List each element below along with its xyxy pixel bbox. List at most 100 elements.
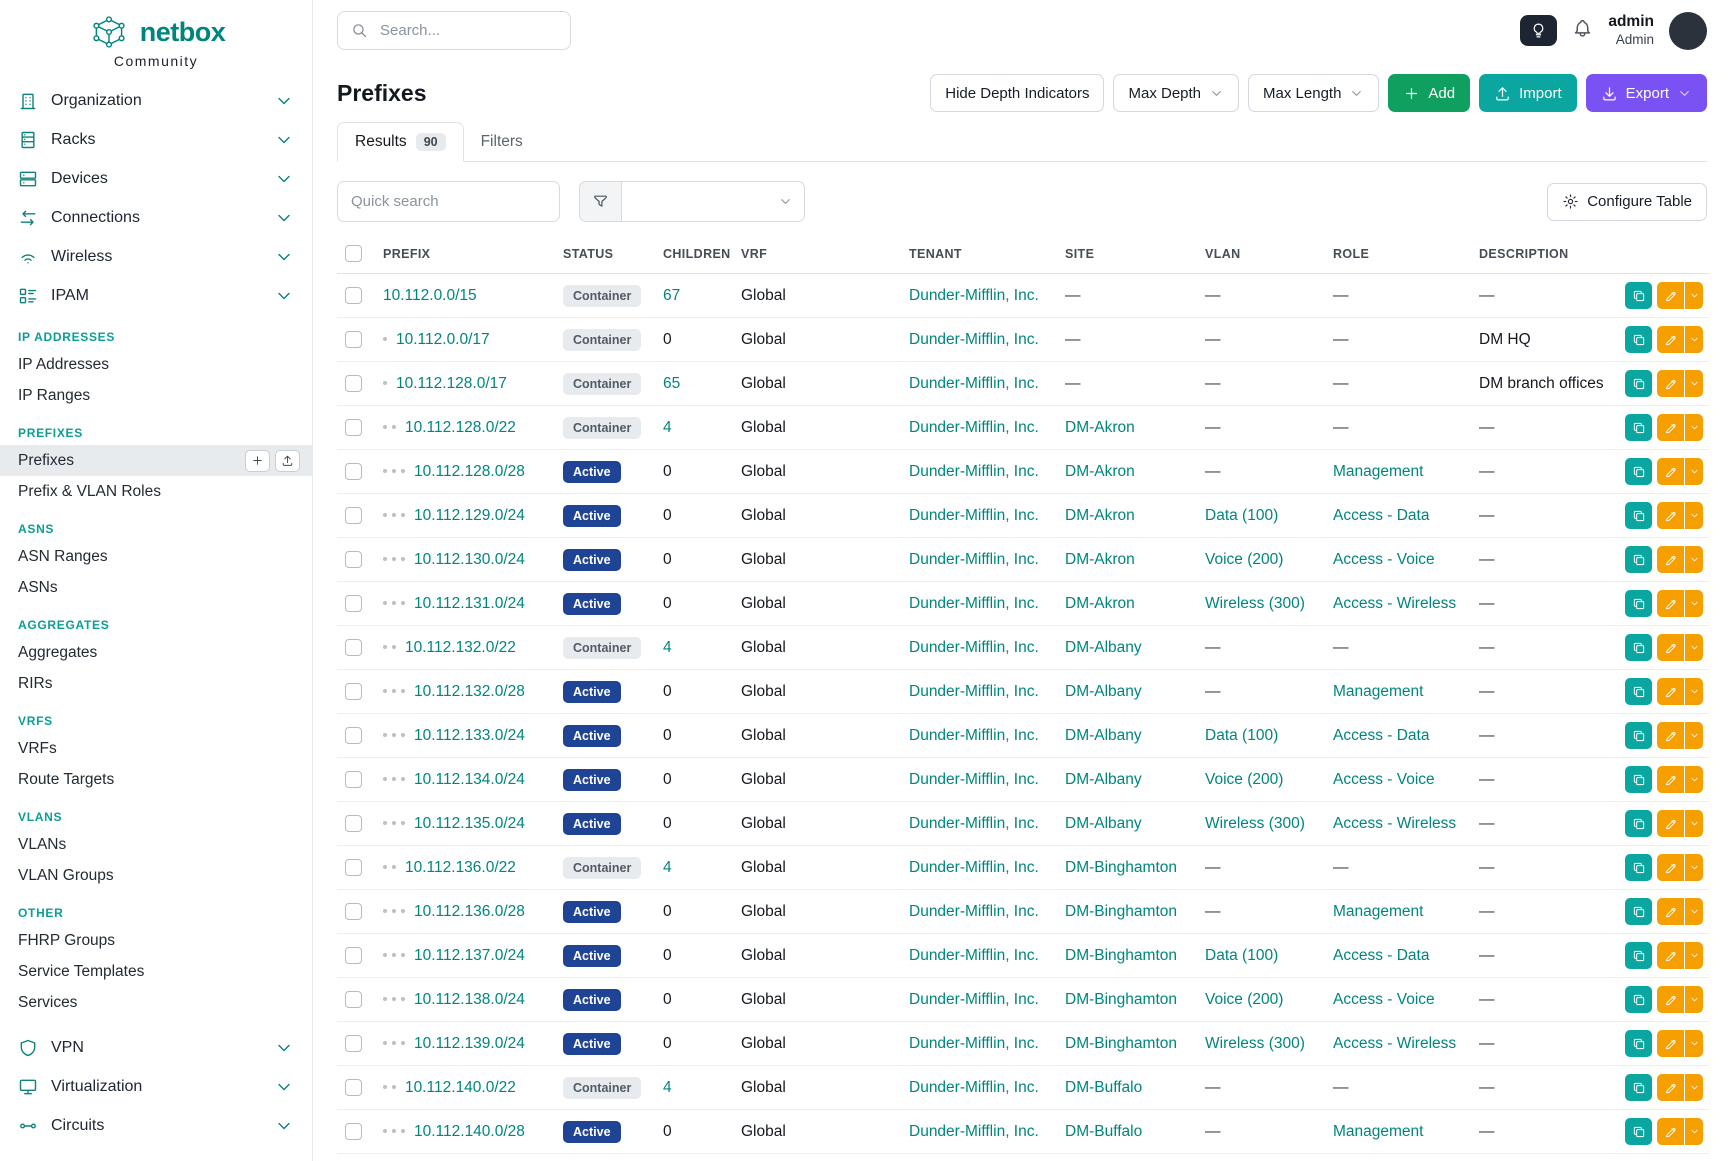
tenant-link[interactable]: Dunder-Mifflin, Inc.: [909, 1079, 1039, 1096]
edit-button[interactable]: [1657, 986, 1684, 1013]
tenant-link[interactable]: Dunder-Mifflin, Inc.: [909, 287, 1039, 304]
edit-dropdown-caret[interactable]: [1685, 370, 1703, 397]
sidebar-item-virtualization[interactable]: Virtualization: [0, 1067, 312, 1106]
max-length-dropdown[interactable]: Max Length: [1248, 74, 1379, 112]
role-link[interactable]: Access - Voice: [1333, 771, 1435, 788]
row-checkbox[interactable]: [345, 419, 362, 436]
configure-table-button[interactable]: Configure Table: [1547, 183, 1707, 221]
vlan-link[interactable]: Data (100): [1205, 727, 1278, 744]
tenant-link[interactable]: Dunder-Mifflin, Inc.: [909, 331, 1039, 348]
edit-button[interactable]: [1657, 678, 1684, 705]
edit-dropdown-caret[interactable]: [1685, 282, 1703, 309]
site-link[interactable]: DM-Albany: [1065, 727, 1142, 744]
prefix-link[interactable]: 10.112.130.0/24: [414, 551, 525, 568]
edit-button[interactable]: [1657, 370, 1684, 397]
role-link[interactable]: Management: [1333, 903, 1423, 920]
row-checkbox[interactable]: [345, 991, 362, 1008]
sidebar-item-route-targets[interactable]: Route Targets: [0, 764, 312, 795]
tenant-link[interactable]: Dunder-Mifflin, Inc.: [909, 1035, 1039, 1052]
site-link[interactable]: DM-Akron: [1065, 595, 1135, 612]
site-link[interactable]: DM-Albany: [1065, 771, 1142, 788]
sidebar-item-prefix-vlan-roles[interactable]: Prefix & VLAN Roles: [0, 476, 312, 507]
row-checkbox[interactable]: [345, 331, 362, 348]
sidebar-item-vlans[interactable]: VLANs: [0, 829, 312, 860]
site-link[interactable]: DM-Akron: [1065, 463, 1135, 480]
children-link[interactable]: 4: [663, 639, 672, 656]
tenant-link[interactable]: Dunder-Mifflin, Inc.: [909, 771, 1039, 788]
vlan-link[interactable]: Voice (200): [1205, 991, 1283, 1008]
edit-button[interactable]: [1657, 634, 1684, 661]
edit-dropdown-caret[interactable]: [1685, 1030, 1703, 1057]
site-link[interactable]: DM-Buffalo: [1065, 1079, 1142, 1096]
row-checkbox[interactable]: [345, 1079, 362, 1096]
prefix-link[interactable]: 10.112.128.0/22: [405, 419, 516, 436]
sidebar-item-aggregates[interactable]: Aggregates: [0, 637, 312, 668]
tenant-link[interactable]: Dunder-Mifflin, Inc.: [909, 859, 1039, 876]
row-checkbox[interactable]: [345, 1035, 362, 1052]
edit-dropdown-caret[interactable]: [1685, 546, 1703, 573]
tenant-link[interactable]: Dunder-Mifflin, Inc.: [909, 507, 1039, 524]
copy-button[interactable]: [1625, 634, 1652, 661]
children-link[interactable]: 4: [663, 859, 672, 876]
edit-dropdown-caret[interactable]: [1685, 1074, 1703, 1101]
edit-button[interactable]: [1657, 854, 1684, 881]
copy-button[interactable]: [1625, 986, 1652, 1013]
sidebar-item-circuits[interactable]: Circuits: [0, 1106, 312, 1145]
sidebar-item-ip-ranges[interactable]: IP Ranges: [0, 380, 312, 411]
vlan-link[interactable]: Wireless (300): [1205, 815, 1305, 832]
edit-dropdown-caret[interactable]: [1685, 590, 1703, 617]
site-link[interactable]: DM-Akron: [1065, 551, 1135, 568]
prefix-link[interactable]: 10.112.134.0/24: [414, 771, 525, 788]
prefix-link[interactable]: 10.112.0.0/17: [396, 331, 490, 348]
copy-button[interactable]: [1625, 766, 1652, 793]
prefix-link[interactable]: 10.112.137.0/24: [414, 947, 525, 964]
edit-dropdown-caret[interactable]: [1685, 986, 1703, 1013]
role-link[interactable]: Access - Voice: [1333, 991, 1435, 1008]
edit-dropdown-caret[interactable]: [1685, 414, 1703, 441]
site-link[interactable]: DM-Binghamton: [1065, 903, 1177, 920]
tenant-link[interactable]: Dunder-Mifflin, Inc.: [909, 815, 1039, 832]
vlan-link[interactable]: Voice (200): [1205, 771, 1283, 788]
edit-button[interactable]: [1657, 326, 1684, 353]
copy-button[interactable]: [1625, 414, 1652, 441]
row-checkbox[interactable]: [345, 947, 362, 964]
edit-button[interactable]: [1657, 942, 1684, 969]
copy-button[interactable]: [1625, 282, 1652, 309]
role-link[interactable]: Access - Wireless: [1333, 595, 1456, 612]
prefix-link[interactable]: 10.112.140.0/28: [414, 1123, 525, 1140]
children-link[interactable]: 4: [663, 419, 672, 436]
edit-dropdown-caret[interactable]: [1685, 1118, 1703, 1145]
role-link[interactable]: Access - Data: [1333, 727, 1429, 744]
prefix-link[interactable]: 10.112.128.0/17: [396, 375, 507, 392]
sidebar-item-prefixes[interactable]: Prefixes: [0, 445, 312, 476]
children-link[interactable]: 67: [663, 287, 680, 304]
tenant-link[interactable]: Dunder-Mifflin, Inc.: [909, 1123, 1039, 1140]
edit-button[interactable]: [1657, 898, 1684, 925]
sidebar-item-fhrp-groups[interactable]: FHRP Groups: [0, 925, 312, 956]
role-link[interactable]: Access - Wireless: [1333, 815, 1456, 832]
row-checkbox[interactable]: [345, 639, 362, 656]
site-link[interactable]: DM-Binghamton: [1065, 991, 1177, 1008]
sidebar-item-service-templates[interactable]: Service Templates: [0, 956, 312, 987]
edit-dropdown-caret[interactable]: [1685, 942, 1703, 969]
sidebar-item-organization[interactable]: Organization: [0, 81, 312, 120]
site-link[interactable]: DM-Binghamton: [1065, 1035, 1177, 1052]
row-checkbox[interactable]: [345, 1123, 362, 1140]
site-link[interactable]: DM-Buffalo: [1065, 1123, 1142, 1140]
prefix-link[interactable]: 10.112.139.0/24: [414, 1035, 525, 1052]
copy-button[interactable]: [1625, 458, 1652, 485]
import-button[interactable]: Import: [1479, 74, 1577, 112]
global-search-input[interactable]: [378, 21, 557, 40]
row-checkbox[interactable]: [345, 771, 362, 788]
quick-search-input[interactable]: [337, 181, 560, 222]
copy-button[interactable]: [1625, 502, 1652, 529]
sidebar-item-vrfs[interactable]: VRFs: [0, 733, 312, 764]
vlan-link[interactable]: Data (100): [1205, 947, 1278, 964]
prefix-link[interactable]: 10.112.128.0/28: [414, 463, 525, 480]
prefix-link[interactable]: 10.112.135.0/24: [414, 815, 525, 832]
sidebar-item-asn-ranges[interactable]: ASN Ranges: [0, 541, 312, 572]
copy-button[interactable]: [1625, 326, 1652, 353]
select-all-checkbox[interactable]: [345, 245, 362, 262]
sidebar-item-asns[interactable]: ASNs: [0, 572, 312, 603]
edit-button[interactable]: [1657, 1030, 1684, 1057]
